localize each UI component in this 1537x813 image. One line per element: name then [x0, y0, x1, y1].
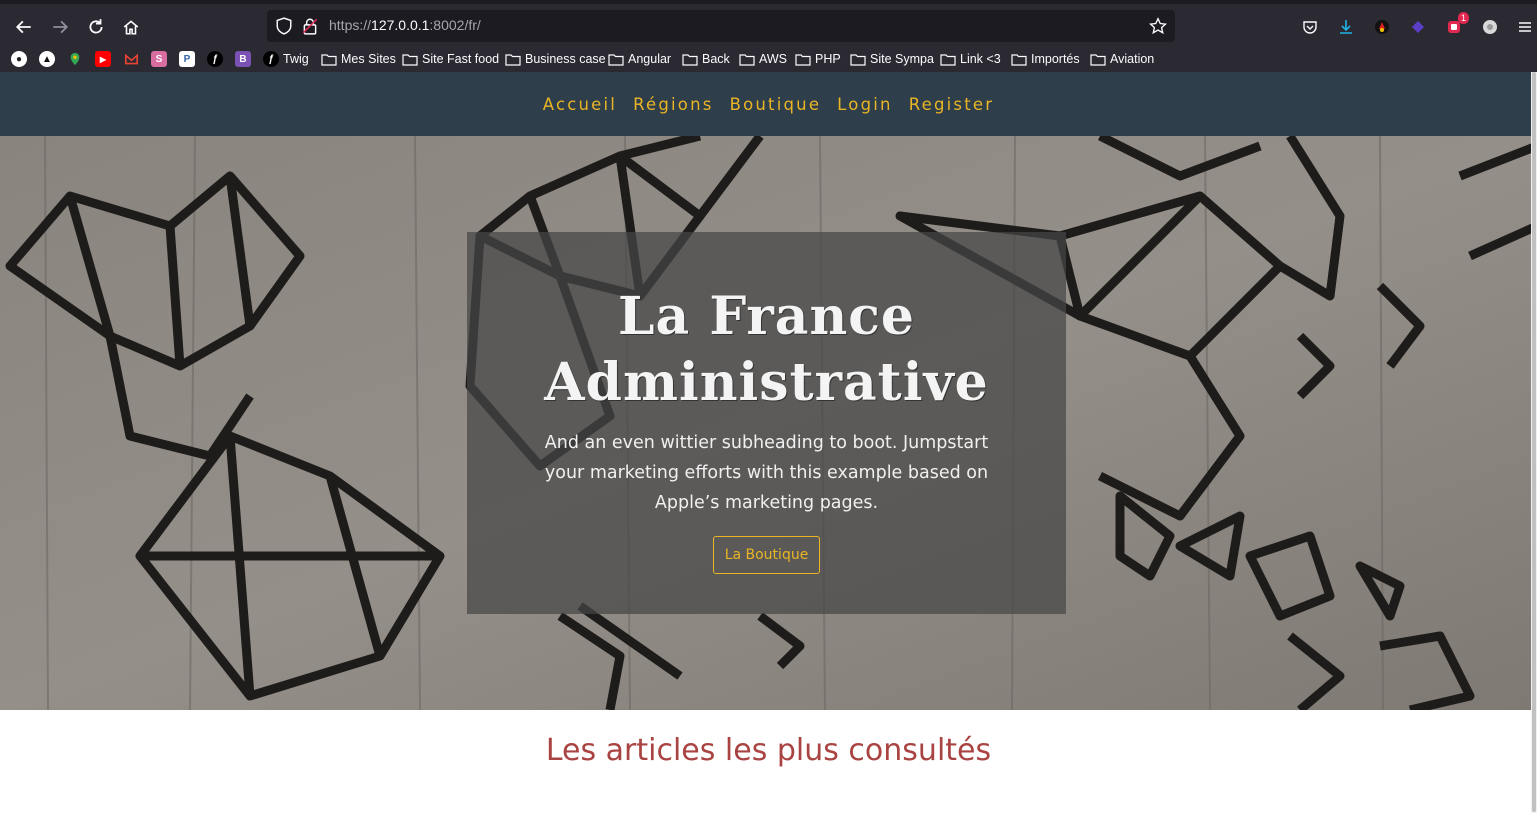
symfony-icon: ƒ: [207, 51, 223, 67]
reload-icon[interactable]: [82, 13, 110, 41]
bookmark-folder[interactable]: Importés: [1011, 50, 1080, 68]
bookmark-star-icon[interactable]: [1149, 17, 1167, 35]
folder-icon: [505, 53, 521, 66]
hero-title-line1: La France: [617, 286, 915, 347]
bookmarks-bar: ● ▲ ▶ S P ƒ B ƒ Twig Mes Sites Site Fast …: [0, 46, 1537, 72]
downloads-icon[interactable]: [1337, 18, 1355, 36]
boutique-button[interactable]: La Boutique: [712, 536, 821, 574]
bookmark-gmail[interactable]: [123, 50, 139, 68]
site-navbar: Accueil Régions Boutique Login Register: [0, 72, 1537, 136]
bookmark-github[interactable]: ●: [11, 50, 27, 68]
folder-icon: [795, 53, 811, 66]
lock-icon[interactable]: [301, 17, 319, 35]
browser-toolbar: https://127.0.0.1:8002/fr/ 1: [0, 0, 1537, 46]
url-text: https://127.0.0.1:8002/fr/: [329, 17, 481, 33]
home-icon[interactable]: [117, 13, 145, 41]
menu-icon[interactable]: [1516, 18, 1534, 36]
maps-pin-icon: [67, 51, 83, 67]
bookmark-folder[interactable]: Mes Sites: [321, 50, 396, 68]
bookmark-folder[interactable]: Back: [682, 50, 730, 68]
extension-badge-icon[interactable]: 1: [1445, 12, 1469, 36]
nav-link-accueil[interactable]: Accueil: [543, 95, 617, 114]
section-title: Les articles les plus consultés: [545, 733, 992, 768]
folder-icon: [402, 53, 418, 66]
hero-card: La France Administrative And an even wit…: [467, 232, 1066, 614]
hero-title: La France Administrative: [467, 284, 1066, 416]
bookmark-pink-app[interactable]: S: [151, 50, 167, 68]
scrollbar-thumb[interactable]: [1532, 72, 1536, 812]
bookmark-folder[interactable]: Link <3: [940, 50, 1001, 68]
nav-link-login[interactable]: Login: [837, 95, 893, 114]
folder-icon: [1090, 53, 1106, 66]
pocket-icon[interactable]: [1301, 18, 1319, 36]
bookmark-window-app[interactable]: P: [179, 50, 195, 68]
window-app-icon: P: [179, 51, 195, 67]
bookmark-folder[interactable]: Aviation: [1090, 50, 1154, 68]
account-icon[interactable]: [1481, 18, 1499, 36]
folder-icon: [321, 53, 337, 66]
youtube-icon: ▶: [95, 51, 111, 67]
bookmark-triangle[interactable]: ▲: [39, 50, 55, 68]
nav-link-register[interactable]: Register: [909, 95, 995, 114]
github-icon: ●: [11, 51, 27, 67]
bookmark-folder[interactable]: Site Sympa: [850, 50, 934, 68]
hero-title-line2: Administrative: [544, 352, 989, 413]
bookmark-maps[interactable]: [67, 50, 83, 68]
triangle-icon: ▲: [39, 51, 55, 67]
back-icon[interactable]: [10, 13, 38, 41]
bookmark-bootstrap[interactable]: B: [235, 50, 251, 68]
hero-section: La France Administrative And an even wit…: [0, 136, 1537, 710]
bookmark-symfony[interactable]: ƒ: [207, 50, 223, 68]
bootstrap-icon: B: [235, 51, 251, 67]
bookmark-folder[interactable]: PHP: [795, 50, 841, 68]
folder-icon: [682, 53, 698, 66]
symfony-icon: ƒ: [263, 51, 279, 67]
gmail-icon: [123, 51, 139, 67]
folder-icon: [739, 53, 755, 66]
extension-gem-icon[interactable]: [1409, 18, 1427, 36]
hero-subtitle: And an even wittier subheading to boot. …: [544, 433, 989, 513]
tracking-shield-icon[interactable]: [275, 17, 293, 35]
nav-link-boutique[interactable]: Boutique: [730, 95, 822, 114]
folder-icon: [850, 53, 866, 66]
notification-badge: 1: [1457, 12, 1469, 24]
folder-icon: [940, 53, 956, 66]
bookmark-folder[interactable]: Site Fast food: [402, 50, 499, 68]
folder-icon: [608, 53, 624, 66]
bookmark-folder[interactable]: Angular: [608, 50, 671, 68]
bookmark-youtube[interactable]: ▶: [95, 50, 111, 68]
bookmark-folder[interactable]: Business case: [505, 50, 606, 68]
extension-flag-icon[interactable]: [1373, 18, 1391, 36]
folder-icon: [1011, 53, 1027, 66]
pink-app-icon: S: [151, 51, 167, 67]
nav-link-regions[interactable]: Régions: [633, 95, 713, 114]
forward-icon[interactable]: [46, 13, 74, 41]
bookmark-folder[interactable]: AWS: [739, 50, 787, 68]
bookmark-twig[interactable]: ƒ Twig: [263, 50, 309, 68]
address-bar[interactable]: https://127.0.0.1:8002/fr/: [267, 10, 1175, 42]
